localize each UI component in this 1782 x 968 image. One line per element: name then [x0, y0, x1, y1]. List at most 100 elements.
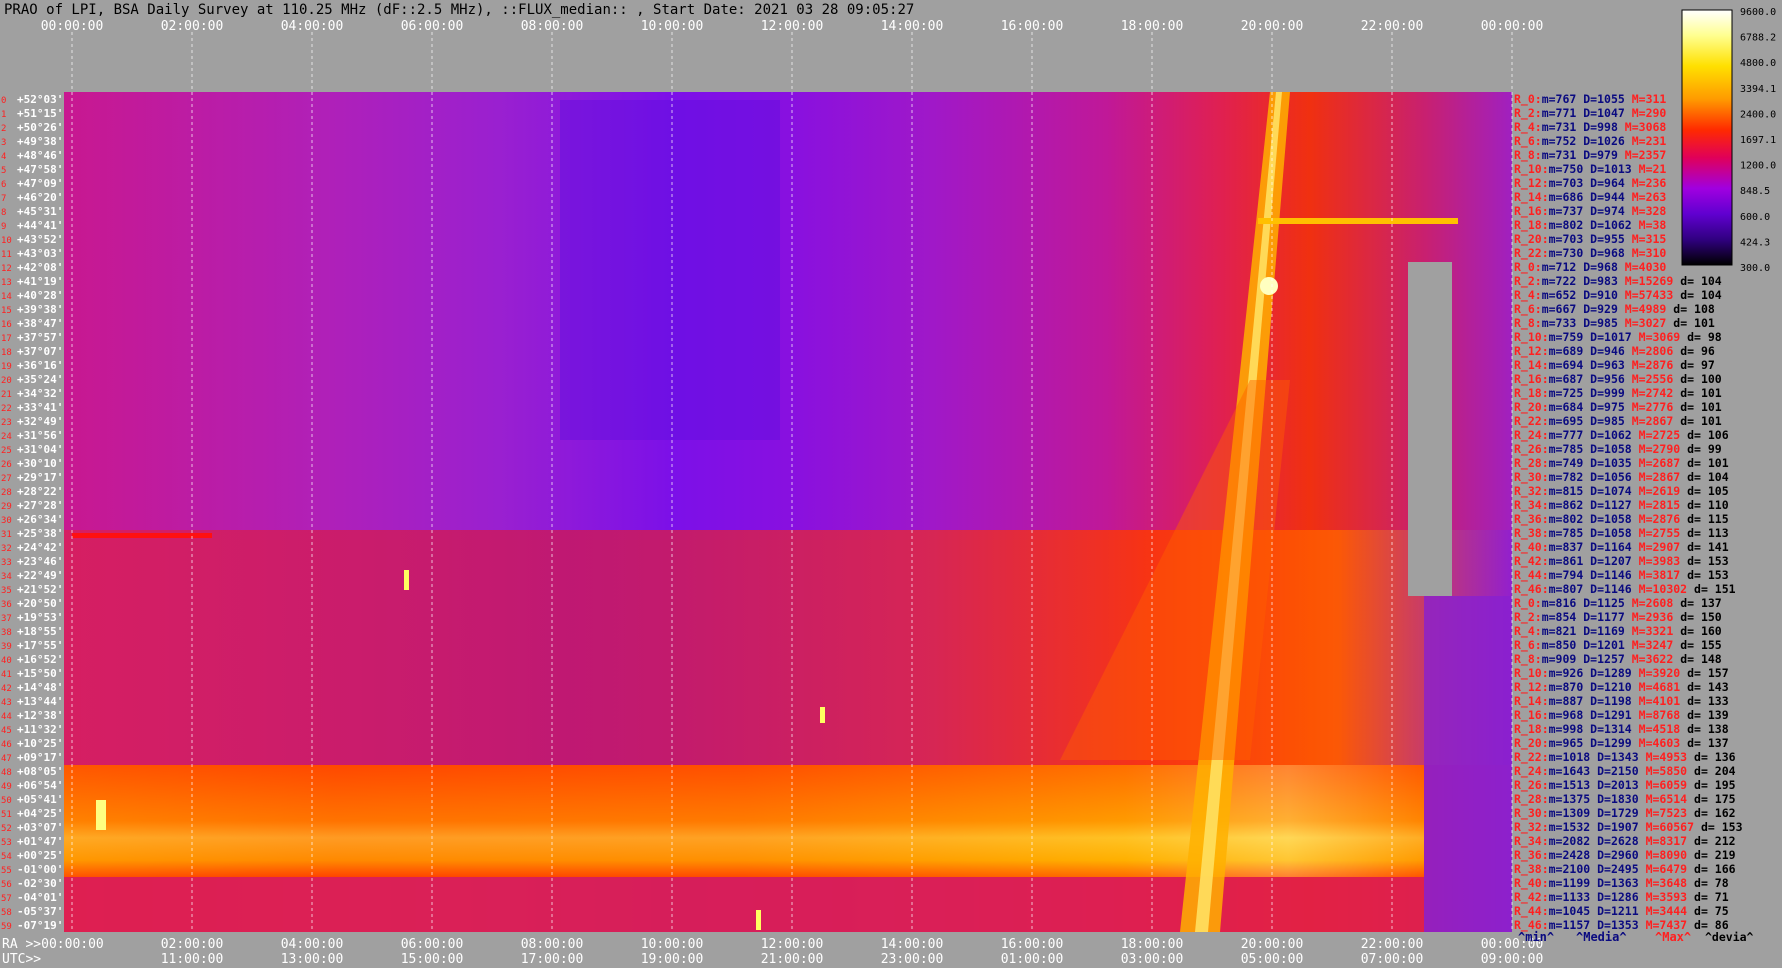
- declination-label: +11°32': [17, 723, 63, 736]
- stat-row: R_20:m=703 D=955 M=315: [1514, 232, 1666, 247]
- stat-min: m=712: [1542, 260, 1584, 274]
- stat-min: m=802: [1549, 512, 1591, 526]
- stat-devia: d= 99: [1687, 442, 1722, 456]
- stat-r: R_12:: [1514, 344, 1549, 359]
- stat-max: M=2876: [1632, 358, 1680, 372]
- stat-max: M=231: [1632, 134, 1667, 148]
- row-index: 10: [1, 236, 12, 246]
- declination-label: +13°44': [17, 695, 63, 708]
- stat-r: R_16:: [1514, 204, 1549, 219]
- stat-max: M=5850: [1646, 764, 1694, 778]
- bottom-utc-label: 09:00:00: [1481, 952, 1544, 967]
- stat-row: R_16:m=687 D=956 M=2556 d= 100: [1514, 372, 1722, 387]
- declination-label: +19°53': [17, 611, 63, 624]
- stat-median: D=1058: [1590, 442, 1638, 456]
- stat-min: m=926: [1549, 666, 1591, 680]
- declination-label: +29°17': [17, 471, 63, 484]
- stat-max: M=38: [1639, 218, 1667, 232]
- bottom-utc-label: UTC>>: [2, 952, 41, 967]
- stat-row: R_18:m=802 D=1062 M=38: [1514, 218, 1666, 233]
- stat-text: R_34:m=2082 D=2628 M=8317 d= 212: [1514, 834, 1736, 849]
- stat-row: R_8:m=731 D=979 M=2357: [1514, 148, 1666, 163]
- stat-max: M=3817: [1639, 568, 1687, 582]
- stat-devia: d= 110: [1687, 498, 1729, 512]
- bottom-utc-label: 05:00:00: [1241, 952, 1304, 967]
- stat-min: m=689: [1549, 344, 1591, 358]
- row-index: 38: [1, 628, 12, 638]
- stat-r: R_24:: [1514, 428, 1549, 443]
- stat-min: m=759: [1549, 330, 1591, 344]
- stat-max: M=6059: [1646, 778, 1694, 792]
- top-tick-label: 14:00:00: [881, 19, 944, 34]
- stat-devia: d= 97: [1680, 358, 1715, 372]
- stat-row: R_18:m=998 D=1314 M=4518 d= 138: [1514, 722, 1729, 737]
- stat-r: R_28:: [1514, 456, 1549, 471]
- stat-row: R_44:m=1045 D=1211 M=3444 d= 75: [1514, 904, 1729, 919]
- row-index: 41: [1, 670, 12, 680]
- stat-text: R_38:m=785 D=1058 M=2755 d= 113: [1514, 526, 1729, 541]
- stat-text: R_0:m=816 D=1125 M=2608 d= 137: [1514, 596, 1722, 611]
- stat-row: R_12:m=870 D=1210 M=4681 d= 143: [1514, 680, 1729, 695]
- stat-devia: d= 219: [1694, 848, 1736, 862]
- row-index: 26: [1, 460, 12, 470]
- stat-min: m=1643: [1549, 764, 1597, 778]
- legend-min: ^min^: [1518, 930, 1554, 944]
- row-index: 0: [1, 96, 6, 106]
- declination-label: +47°58': [17, 163, 63, 176]
- stat-median: D=1125: [1583, 596, 1631, 610]
- declination-label: +47°09': [17, 177, 63, 190]
- masked-region: [1408, 262, 1452, 596]
- stat-median: D=979: [1583, 148, 1625, 162]
- row-index: 29: [1, 502, 12, 512]
- stat-row: R_40:m=837 D=1164 M=2907 d= 141: [1514, 540, 1729, 555]
- stat-max: M=328: [1632, 204, 1667, 218]
- stat-row: R_0:m=767 D=1055 M=311: [1514, 92, 1666, 107]
- stat-row: R_24:m=777 D=1062 M=2725 d= 106: [1514, 428, 1729, 443]
- declination-label: +17°55': [17, 639, 63, 652]
- stat-text: R_6:m=752 D=1026 M=231: [1514, 134, 1666, 149]
- declination-label: +43°52': [17, 233, 63, 246]
- declination-label: +51°15': [17, 107, 63, 120]
- stat-median: D=946: [1590, 344, 1632, 358]
- stat-median: D=1062: [1590, 428, 1638, 442]
- stat-r: R_44:: [1514, 904, 1549, 919]
- stat-max: M=3444: [1646, 904, 1694, 918]
- stat-min: m=737: [1549, 204, 1591, 218]
- stat-median: D=1058: [1590, 526, 1638, 540]
- bottom-ra-label: 12:00:00: [761, 937, 824, 952]
- stat-r: R_34:: [1514, 834, 1549, 849]
- stat-max: M=3648: [1646, 876, 1694, 890]
- row-index: 57: [1, 894, 12, 904]
- declination-label: +27°28': [17, 499, 63, 512]
- stat-text: R_38:m=2100 D=2495 M=6479 d= 166: [1514, 862, 1736, 877]
- stat-devia: d= 101: [1680, 400, 1722, 414]
- stat-r: R_8:: [1514, 148, 1542, 163]
- hot-spot-3: [756, 910, 761, 930]
- stat-devia: d= 139: [1687, 708, 1729, 722]
- stat-text: R_12:m=689 D=946 M=2806 d= 96: [1514, 344, 1715, 359]
- declination-label: +50°26': [17, 121, 63, 134]
- stat-max: M=21: [1639, 162, 1667, 176]
- stat-devia: d= 151: [1694, 582, 1736, 596]
- stat-r: R_20:: [1514, 736, 1549, 751]
- stat-median: D=929: [1583, 302, 1625, 316]
- stat-max: M=2790: [1639, 442, 1687, 456]
- declination-label: +04°25': [17, 807, 63, 820]
- stat-min: m=730: [1549, 246, 1591, 260]
- stat-min: m=1133: [1549, 890, 1597, 904]
- bottom-utc-label: 01:00:00: [1001, 952, 1064, 967]
- stat-row: R_14:m=887 D=1198 M=4101 d= 133: [1514, 694, 1729, 709]
- declination-label: +03°07': [17, 821, 63, 834]
- colorbar-gradient: [1681, 9, 1733, 266]
- stat-min: m=861: [1549, 554, 1591, 568]
- row-index: 5: [1, 166, 6, 176]
- row-index: 37: [1, 614, 12, 624]
- colorbar-tick-label: 3394.1: [1740, 84, 1776, 95]
- stat-median: D=1257: [1583, 652, 1631, 666]
- stat-min: m=777: [1549, 428, 1591, 442]
- stat-min: m=998: [1549, 722, 1591, 736]
- declination-label: +34°32': [17, 387, 63, 400]
- top-tick-label: 22:00:00: [1361, 19, 1424, 34]
- stat-min: m=1045: [1549, 904, 1597, 918]
- stat-median: D=956: [1590, 372, 1632, 386]
